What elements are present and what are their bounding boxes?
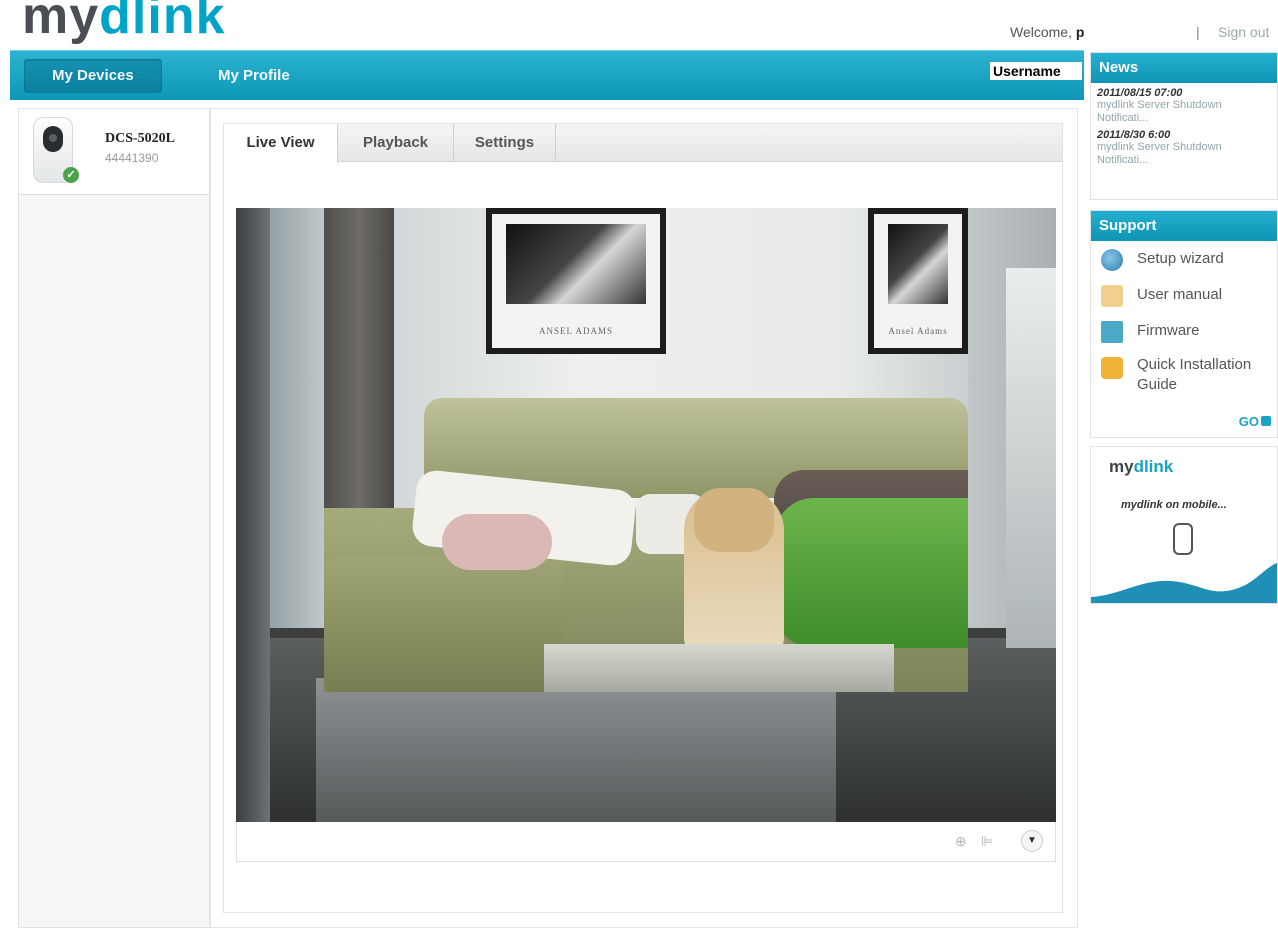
mydlink-logo[interactable]: mydlink: [22, 0, 226, 46]
tab-playback[interactable]: Playback: [338, 124, 454, 162]
header-separator: |: [1196, 24, 1200, 40]
video-background-table: [316, 678, 836, 822]
promo-wave-graphic: [1091, 563, 1277, 603]
device-tabs-bar: Live View Playback Settings: [224, 124, 1062, 163]
support-firmware[interactable]: Firmware: [1091, 313, 1277, 349]
video-inset-frame: ANSEL ADAMS Ansel Adams: [324, 208, 968, 692]
zoom-icon[interactable]: ⊕: [955, 833, 967, 850]
news-link[interactable]: mydlink Server Shutdown Notificati...: [1097, 99, 1271, 125]
news-item[interactable]: 2011/08/15 07:00 mydlink Server Shutdown…: [1091, 83, 1277, 125]
promo-logo-dlink: dlink: [1133, 457, 1174, 476]
plush-toy: [442, 514, 552, 570]
go-button[interactable]: GO: [1239, 414, 1271, 429]
main-nav-bar: My Devices My Profile: [10, 50, 1084, 100]
news-link[interactable]: mydlink Server Shutdown Notificati...: [1097, 141, 1271, 167]
tab-live-view[interactable]: Live View: [224, 124, 338, 163]
device-view-container: Live View Playback Settings ANSEL ADAMS: [223, 123, 1063, 913]
go-arrow-icon: [1261, 416, 1271, 426]
guide-icon: [1101, 357, 1123, 379]
support-panel: Support Setup wizard User manual Firmwar…: [1090, 210, 1278, 438]
mydlink-mobile-promo[interactable]: mydlink mydlink on mobile...: [1090, 446, 1278, 604]
sofa-arm: [324, 558, 564, 692]
mydlink-page: mydlink Welcome, p | Sign out My Devices…: [0, 0, 1278, 933]
dog-head: [694, 488, 774, 552]
video-controls-bar: ⊕ ⊫ ▼: [236, 822, 1056, 862]
support-item-label: User manual: [1137, 286, 1223, 303]
wall-picture-frame-right: Ansel Adams: [868, 208, 968, 354]
promo-logo-my: my: [1109, 457, 1134, 476]
expand-down-icon[interactable]: ▼: [1021, 830, 1043, 852]
welcome-text: Welcome, p: [1010, 24, 1084, 40]
nav-tab-my-devices[interactable]: My Devices: [24, 59, 162, 93]
camera-lens: [43, 126, 63, 152]
device-id: 44441390: [105, 151, 159, 165]
video-background-curtain: [236, 208, 270, 822]
device-list-item[interactable]: ✓ DCS-5020L 44441390: [19, 109, 209, 195]
news-panel: News 2011/08/15 07:00 mydlink Server Shu…: [1090, 52, 1278, 200]
frame-mat: ANSEL ADAMS: [492, 214, 660, 348]
support-setup-wizard[interactable]: Setup wizard: [1091, 241, 1277, 277]
tab-settings[interactable]: Settings: [454, 124, 556, 162]
firmware-icon: [1101, 321, 1123, 343]
welcome-prefix: Welcome,: [1010, 24, 1072, 40]
logo-my: my: [22, 0, 100, 45]
news-date: 2011/8/30 6:00: [1097, 129, 1171, 141]
frame-mat: Ansel Adams: [874, 214, 962, 348]
username-label: Username: [990, 62, 1082, 80]
frame-caption-left: ANSEL ADAMS: [539, 326, 613, 336]
online-check-icon: ✓: [63, 167, 79, 183]
video-background-window: [1006, 268, 1056, 648]
nav-tab-my-profile[interactable]: My Profile: [190, 59, 318, 93]
device-model: DCS-5020L: [105, 131, 176, 146]
support-item-label: Setup wizard: [1137, 250, 1224, 267]
frame-photo: [506, 224, 646, 305]
wizard-icon: [1101, 249, 1123, 271]
support-item-label: Firmware: [1137, 322, 1200, 339]
promo-logo: mydlink: [1109, 457, 1173, 477]
device-list-panel: ✓ DCS-5020L 44441390: [18, 108, 210, 928]
sign-out-link[interactable]: Sign out: [1218, 24, 1269, 40]
support-title: Support: [1091, 211, 1277, 241]
logo-dlink: dlink: [99, 0, 226, 45]
news-title: News: [1091, 53, 1277, 83]
wall-picture-frame-left: ANSEL ADAMS: [486, 208, 666, 354]
welcome-user: p: [1075, 24, 1085, 40]
coffee-table: [544, 644, 894, 692]
green-pillow: [774, 498, 968, 648]
go-label: GO: [1238, 414, 1259, 429]
news-item[interactable]: 2011/8/30 6:00 mydlink Server Shutdown N…: [1091, 125, 1277, 167]
promo-text: mydlink on mobile...: [1121, 499, 1227, 511]
audio-icon[interactable]: ⊫: [981, 833, 993, 850]
support-item-label: Quick Installation Guide: [1137, 356, 1252, 393]
frame-photo: [888, 224, 948, 305]
support-quick-installation-guide[interactable]: Quick Installation Guide: [1091, 349, 1277, 401]
frame-caption-right: Ansel Adams: [888, 326, 948, 336]
live-video-feed[interactable]: ANSEL ADAMS Ansel Adams: [236, 208, 1056, 822]
device-main-panel: Live View Playback Settings ANSEL ADAMS: [210, 108, 1078, 928]
camera-icon: [1173, 523, 1193, 555]
manual-icon: [1101, 285, 1123, 307]
support-user-manual[interactable]: User manual: [1091, 277, 1277, 313]
news-date: 2011/08/15 07:00: [1097, 87, 1183, 99]
